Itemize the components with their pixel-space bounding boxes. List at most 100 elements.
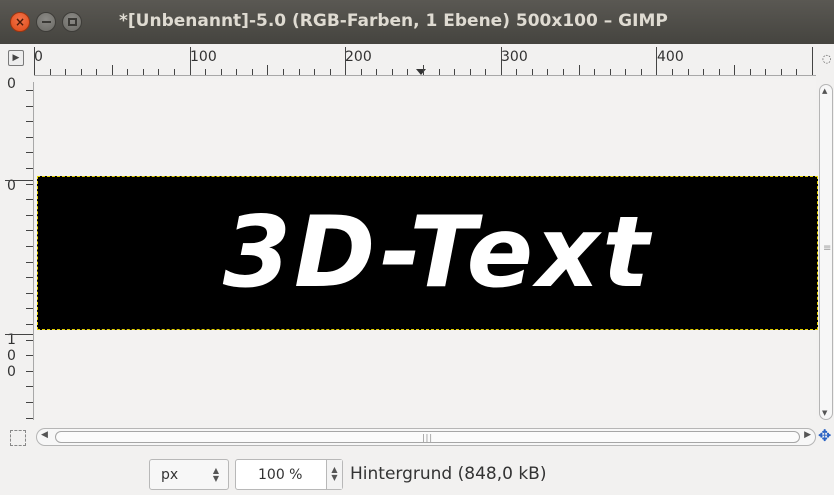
ruler-tick [236,69,237,75]
ruler-tick [283,69,284,75]
ruler-tick [376,69,377,75]
ruler-tick [26,371,33,372]
ruler-tick [26,137,33,138]
ruler-tick [50,69,51,75]
vruler-label-top: 0 [7,76,16,92]
ruler-tick [34,47,35,75]
minimize-window-button[interactable] [36,12,56,32]
ruler-tick [26,106,33,107]
vertical-ruler[interactable]: 0 0 1 0 0 [4,76,34,420]
ruler-tick [26,90,33,91]
ruler-tick [26,168,33,169]
scroll-grip-icon: ≡ [823,243,832,254]
ruler-tick [26,230,33,231]
ruler-tick [610,69,611,75]
ruler-tick [96,69,97,75]
ruler-tick [26,215,33,216]
ruler-tick [516,69,517,75]
ruler-tick [454,69,455,75]
vruler-label-100: 1 0 0 [7,332,16,380]
ruler-tick [65,69,66,75]
ruler-tick [26,418,33,419]
ruler-tick [26,324,33,325]
ruler-tick [252,69,253,75]
ruler-tick [703,69,704,75]
horizontal-scroll-thumb[interactable]: ||| [55,431,800,443]
ruler-tick [26,246,33,247]
ruler-label-400: 400 [657,49,684,65]
ruler-tick [81,69,82,75]
ruler-tick [392,69,393,75]
scroll-grip-icon: ||| [421,432,434,442]
ruler-tick [143,69,144,75]
zoom-follow-icon[interactable]: ◌ [822,52,834,68]
ruler-tick [750,69,751,75]
ruler-tick [594,69,595,75]
window-title: *[Unbenannt]-5.0 (RGB-Farben, 1 Ebene) 5… [119,11,668,31]
ruler-tick [26,277,33,278]
zoom-spin-icon[interactable]: ▲ ▼ [326,460,342,489]
ruler-tick [299,69,300,75]
maximize-window-button[interactable] [62,12,82,32]
title-bar: × *[Unbenannt]-5.0 (RGB-Farben, 1 Ebene)… [0,0,834,44]
scroll-left-icon[interactable]: ◀ [41,430,48,440]
scroll-right-icon[interactable]: ▶ [804,430,811,440]
zoom-selector[interactable]: 100 % ▲ ▼ [235,459,343,490]
zoom-value[interactable]: 100 % [258,467,302,483]
ruler-tick [158,69,159,75]
ruler-tick [26,262,33,263]
ruler-tick [641,69,642,75]
ruler-tick [672,69,673,75]
ruler-tick [345,47,346,75]
ruler-tick [719,69,720,75]
ruler-tick [579,65,580,75]
ruler-tick [112,65,113,75]
vertical-scrollbar[interactable]: ▲ ≡ ▼ [819,84,833,420]
close-icon: × [14,15,26,29]
ruler-tick [812,47,813,75]
unit-selector[interactable]: px ▲ ▼ [149,459,229,490]
scroll-up-icon[interactable]: ▲ [822,87,827,95]
pointer-position-marker [416,69,426,75]
ruler-tick [439,69,440,75]
ruler-tick [190,47,191,75]
quick-mask-icon[interactable] [10,430,26,446]
status-bar: px ▲ ▼ 100 % ▲ ▼ Hintergrund (848,0 kB) [0,452,834,495]
ruler-tick [625,69,626,75]
ruler-tick [267,65,268,75]
horizontal-ruler[interactable]: 0 100 200 300 400 [34,46,816,76]
scroll-down-icon[interactable]: ▼ [822,409,827,417]
maximize-icon [67,18,77,26]
ruler-tick [314,69,315,75]
ruler-label-100: 100 [190,49,217,65]
ruler-tick [174,69,175,75]
ruler-tick [26,121,33,122]
ruler-tick [26,293,33,294]
ruler-tick [26,152,33,153]
horizontal-scrollbar[interactable]: ◀ ||| ▶ [36,428,816,446]
ruler-tick [361,69,362,75]
navigate-icon[interactable]: ✥ [818,428,834,444]
ruler-tick [26,402,33,403]
ruler-tick [26,199,33,200]
play-icon: ▶ [12,53,20,63]
ruler-tick [26,355,33,356]
ruler-tick [330,69,331,75]
ruler-tick [688,69,689,75]
image-menu-button[interactable]: ▶ [8,50,24,66]
ruler-tick [470,69,471,75]
ruler-tick [221,69,222,75]
ruler-tick [423,65,424,75]
ruler-label-300: 300 [501,49,528,65]
close-window-button[interactable]: × [10,12,30,32]
unit-spin-icon: ▲ ▼ [212,466,219,483]
layer-info: Hintergrund (848,0 kB) [350,464,547,484]
minimize-icon [41,21,51,23]
ruler-tick [26,340,33,341]
ruler-tick [781,69,782,75]
ruler-tick [26,184,33,185]
ruler-tick [563,69,564,75]
ruler-tick [26,308,33,309]
image-canvas[interactable]: 3D-Text [37,176,818,330]
ruler-tick [127,69,128,75]
